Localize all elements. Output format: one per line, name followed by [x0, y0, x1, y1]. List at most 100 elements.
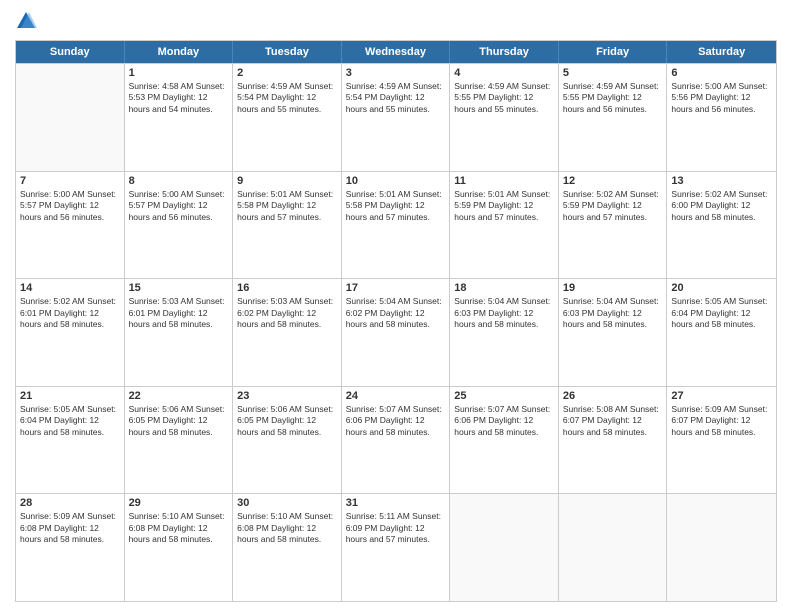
- day-info: Sunrise: 5:02 AM Sunset: 5:59 PM Dayligh…: [563, 189, 663, 223]
- day-info: Sunrise: 5:00 AM Sunset: 5:57 PM Dayligh…: [20, 189, 120, 223]
- day-cell-5: 5 Sunrise: 4:59 AM Sunset: 5:55 PM Daylig…: [559, 64, 668, 171]
- day-number: 24: [346, 390, 446, 402]
- day-info: Sunrise: 5:05 AM Sunset: 6:04 PM Dayligh…: [20, 404, 120, 438]
- day-info: Sunrise: 5:00 AM Sunset: 5:57 PM Dayligh…: [129, 189, 229, 223]
- empty-cell: [16, 64, 125, 171]
- day-cell-7: 7 Sunrise: 5:00 AM Sunset: 5:57 PM Daylig…: [16, 172, 125, 279]
- day-of-week-tuesday: Tuesday: [233, 41, 342, 63]
- day-number: 23: [237, 390, 337, 402]
- day-info: Sunrise: 5:02 AM Sunset: 6:00 PM Dayligh…: [671, 189, 772, 223]
- day-info: Sunrise: 5:07 AM Sunset: 6:06 PM Dayligh…: [346, 404, 446, 438]
- day-cell-14: 14Sunrise: 5:02 AM Sunset: 6:01 PM Dayli…: [16, 279, 125, 386]
- day-info: Sunrise: 5:01 AM Sunset: 5:59 PM Dayligh…: [454, 189, 554, 223]
- day-cell-25: 25Sunrise: 5:07 AM Sunset: 6:06 PM Dayli…: [450, 387, 559, 494]
- day-info: Sunrise: 5:10 AM Sunset: 6:08 PM Dayligh…: [129, 511, 229, 545]
- day-number: 16: [237, 282, 337, 294]
- day-of-week-monday: Monday: [125, 41, 234, 63]
- day-info: Sunrise: 5:03 AM Sunset: 6:01 PM Dayligh…: [129, 296, 229, 330]
- day-cell-23: 23 Sunrise: 5:06 AM Sunset: 6:05 PM Dayli…: [233, 387, 342, 494]
- day-number: 29: [129, 497, 229, 509]
- day-info: Sunrise: 5:06 AM Sunset: 6:05 PM Dayligh…: [237, 404, 337, 438]
- day-number: 25: [454, 390, 554, 402]
- day-of-week-saturday: Saturday: [667, 41, 776, 63]
- day-number: 27: [671, 390, 772, 402]
- day-info: Sunrise: 4:59 AM Sunset: 5:54 PM Dayligh…: [346, 81, 446, 115]
- day-number: 2: [237, 67, 337, 79]
- day-number: 31: [346, 497, 446, 509]
- calendar-row-1: 1Sunrise: 4:58 AM Sunset: 5:53 PM Daylig…: [16, 63, 776, 171]
- day-info: Sunrise: 5:09 AM Sunset: 6:07 PM Dayligh…: [671, 404, 772, 438]
- calendar: SundayMondayTuesdayWednesdayThursdayFrid…: [15, 40, 777, 602]
- day-info: Sunrise: 4:59 AM Sunset: 5:55 PM Dayligh…: [563, 81, 663, 115]
- day-cell-31: 31 Sunrise: 5:11 AM Sunset: 6:09 PM Dayli…: [342, 494, 451, 601]
- day-cell-27: 27 Sunrise: 5:09 AM Sunset: 6:07 PM Dayli…: [667, 387, 776, 494]
- day-number: 18: [454, 282, 554, 294]
- day-info: Sunrise: 5:08 AM Sunset: 6:07 PM Dayligh…: [563, 404, 663, 438]
- day-number: 21: [20, 390, 120, 402]
- day-number: 6: [671, 67, 772, 79]
- day-number: 3: [346, 67, 446, 79]
- day-info: Sunrise: 5:01 AM Sunset: 5:58 PM Dayligh…: [237, 189, 337, 223]
- day-cell-2: 2Sunrise: 4:59 AM Sunset: 5:54 PM Daylig…: [233, 64, 342, 171]
- day-cell-9: 9 Sunrise: 5:01 AM Sunset: 5:58 PM Daylig…: [233, 172, 342, 279]
- day-number: 11: [454, 175, 554, 187]
- day-cell-18: 18 Sunrise: 5:04 AM Sunset: 6:03 PM Dayli…: [450, 279, 559, 386]
- day-number: 13: [671, 175, 772, 187]
- day-cell-22: 22Sunrise: 5:06 AM Sunset: 6:05 PM Dayli…: [125, 387, 234, 494]
- page: SundayMondayTuesdayWednesdayThursdayFrid…: [0, 0, 792, 612]
- day-info: Sunrise: 5:00 AM Sunset: 5:56 PM Dayligh…: [671, 81, 772, 115]
- day-number: 19: [563, 282, 663, 294]
- day-number: 26: [563, 390, 663, 402]
- day-number: 8: [129, 175, 229, 187]
- day-number: 17: [346, 282, 446, 294]
- day-cell-30: 30Sunrise: 5:10 AM Sunset: 6:08 PM Dayli…: [233, 494, 342, 601]
- day-cell-10: 10 Sunrise: 5:01 AM Sunset: 5:58 PM Dayli…: [342, 172, 451, 279]
- day-cell-20: 20Sunrise: 5:05 AM Sunset: 6:04 PM Dayli…: [667, 279, 776, 386]
- day-cell-13: 13 Sunrise: 5:02 AM Sunset: 6:00 PM Dayli…: [667, 172, 776, 279]
- day-of-week-thursday: Thursday: [450, 41, 559, 63]
- day-cell-29: 29 Sunrise: 5:10 AM Sunset: 6:08 PM Dayli…: [125, 494, 234, 601]
- day-cell-16: 16 Sunrise: 5:03 AM Sunset: 6:02 PM Dayli…: [233, 279, 342, 386]
- day-cell-28: 28Sunrise: 5:09 AM Sunset: 6:08 PM Dayli…: [16, 494, 125, 601]
- calendar-row-3: 14Sunrise: 5:02 AM Sunset: 6:01 PM Dayli…: [16, 278, 776, 386]
- day-cell-12: 12 Sunrise: 5:02 AM Sunset: 5:59 PM Dayli…: [559, 172, 668, 279]
- day-cell-21: 21 Sunrise: 5:05 AM Sunset: 6:04 PM Dayli…: [16, 387, 125, 494]
- day-number: 5: [563, 67, 663, 79]
- day-number: 7: [20, 175, 120, 187]
- day-info: Sunrise: 5:05 AM Sunset: 6:04 PM Dayligh…: [671, 296, 772, 330]
- day-cell-4: 4 Sunrise: 4:59 AM Sunset: 5:55 PM Daylig…: [450, 64, 559, 171]
- day-info: Sunrise: 5:02 AM Sunset: 6:01 PM Dayligh…: [20, 296, 120, 330]
- day-number: 4: [454, 67, 554, 79]
- day-number: 30: [237, 497, 337, 509]
- day-info: Sunrise: 5:04 AM Sunset: 6:03 PM Dayligh…: [563, 296, 663, 330]
- day-info: Sunrise: 5:03 AM Sunset: 6:02 PM Dayligh…: [237, 296, 337, 330]
- logo: [15, 10, 41, 32]
- header: [15, 10, 777, 32]
- day-number: 28: [20, 497, 120, 509]
- calendar-body: 1Sunrise: 4:58 AM Sunset: 5:53 PM Daylig…: [16, 63, 776, 601]
- day-info: Sunrise: 4:58 AM Sunset: 5:53 PM Dayligh…: [129, 81, 229, 115]
- day-info: Sunrise: 5:01 AM Sunset: 5:58 PM Dayligh…: [346, 189, 446, 223]
- day-cell-15: 15 Sunrise: 5:03 AM Sunset: 6:01 PM Dayli…: [125, 279, 234, 386]
- day-info: Sunrise: 5:04 AM Sunset: 6:03 PM Dayligh…: [454, 296, 554, 330]
- day-of-week-wednesday: Wednesday: [342, 41, 451, 63]
- day-number: 15: [129, 282, 229, 294]
- day-info: Sunrise: 5:06 AM Sunset: 6:05 PM Dayligh…: [129, 404, 229, 438]
- day-info: Sunrise: 4:59 AM Sunset: 5:55 PM Dayligh…: [454, 81, 554, 115]
- day-number: 12: [563, 175, 663, 187]
- day-number: 9: [237, 175, 337, 187]
- day-of-week-sunday: Sunday: [16, 41, 125, 63]
- calendar-header: SundayMondayTuesdayWednesdayThursdayFrid…: [16, 41, 776, 63]
- empty-cell: [667, 494, 776, 601]
- calendar-row-5: 28Sunrise: 5:09 AM Sunset: 6:08 PM Dayli…: [16, 493, 776, 601]
- empty-cell: [450, 494, 559, 601]
- calendar-row-4: 21 Sunrise: 5:05 AM Sunset: 6:04 PM Dayli…: [16, 386, 776, 494]
- day-cell-26: 26 Sunrise: 5:08 AM Sunset: 6:07 PM Dayli…: [559, 387, 668, 494]
- day-number: 10: [346, 175, 446, 187]
- day-cell-17: 17Sunrise: 5:04 AM Sunset: 6:02 PM Dayli…: [342, 279, 451, 386]
- day-cell-3: 3 Sunrise: 4:59 AM Sunset: 5:54 PM Daylig…: [342, 64, 451, 171]
- logo-icon: [15, 10, 37, 32]
- calendar-row-2: 7 Sunrise: 5:00 AM Sunset: 5:57 PM Daylig…: [16, 171, 776, 279]
- day-cell-6: 6 Sunrise: 5:00 AM Sunset: 5:56 PM Daylig…: [667, 64, 776, 171]
- day-info: Sunrise: 5:11 AM Sunset: 6:09 PM Dayligh…: [346, 511, 446, 545]
